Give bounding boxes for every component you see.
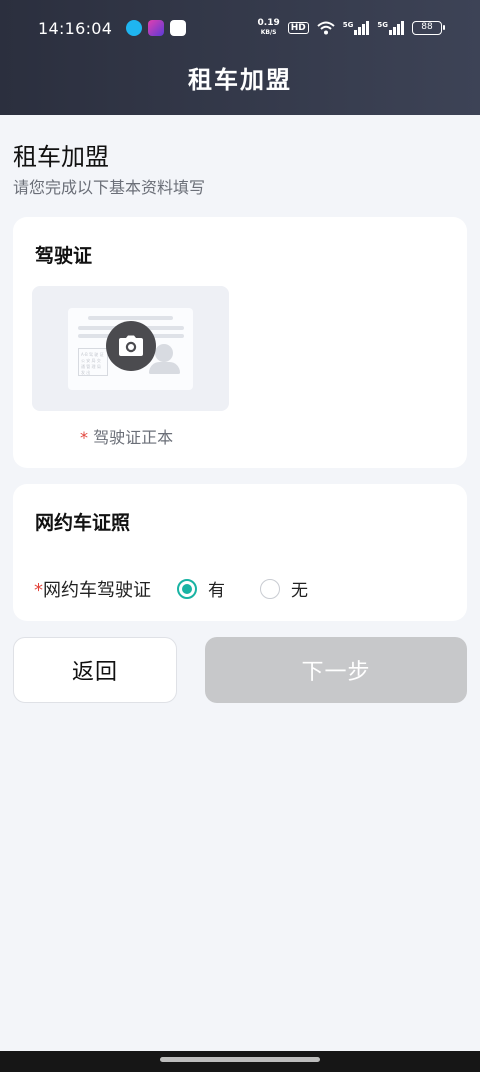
driver-license-upload[interactable]: A·B 驾 驶 证 公 安 局 交 通 管 理 局 发 出 xyxy=(32,286,229,411)
next-step-button[interactable]: 下一步 xyxy=(205,637,467,703)
field-label-text: 网约车驾驶证 xyxy=(43,580,151,601)
net-speed-value: 0.19 xyxy=(257,18,280,28)
radio-option-no[interactable]: 无 xyxy=(260,576,308,601)
net-speed-unit: KB/S xyxy=(260,29,277,36)
radio-no-label: 无 xyxy=(291,581,308,601)
driver-license-card: 驾驶证 A·B 驾 驶 证 公 安 局 交 通 管 理 局 发 出 * 驾驶证正… xyxy=(13,217,467,468)
ride-hailing-card: 网约车证照 *网约车驾驶证 有 无 xyxy=(13,484,467,621)
video-app-icon xyxy=(148,20,165,36)
net-speed: 0.19 KB/S xyxy=(258,19,280,37)
home-indicator[interactable] xyxy=(160,1057,320,1062)
wechat-mini-icon xyxy=(170,20,187,36)
form-subheading: 请您完成以下基本资料填写 xyxy=(13,178,206,197)
radio-checked-icon xyxy=(177,578,197,599)
status-right: 0.19 KB/S HD 5G 5G 88 xyxy=(258,19,445,37)
battery-icon: 88 xyxy=(412,21,445,35)
signal-icon xyxy=(354,21,370,35)
radio-option-yes[interactable]: 有 xyxy=(177,576,225,601)
wifi-icon xyxy=(317,21,335,35)
required-mark: * xyxy=(80,428,88,447)
sim2-label: 5G xyxy=(377,21,388,29)
license-stamp: A·B 驾 驶 证 公 安 局 交 通 管 理 局 发 出 xyxy=(78,348,108,376)
avatar-body xyxy=(149,362,180,374)
status-time: 14:16:04 xyxy=(38,18,113,38)
sim1-signal: 5G xyxy=(343,21,370,35)
upload-caption: * 驾驶证正本 xyxy=(80,424,173,448)
radio-unchecked-icon xyxy=(260,578,280,599)
sim2-signal: 5G xyxy=(377,21,404,35)
hd-badge: HD xyxy=(287,22,309,34)
upload-caption-text: 驾驶证正本 xyxy=(93,428,174,447)
driver-license-title: 驾驶证 xyxy=(35,245,93,267)
notification-icons xyxy=(126,20,187,36)
system-nav-bar xyxy=(0,1051,480,1072)
camera-icon[interactable] xyxy=(106,321,156,371)
status-bar: 14:16:04 0.19 KB/S HD 5G 5G 88 xyxy=(0,0,480,56)
ride-hailing-title: 网约车证照 xyxy=(35,512,131,534)
avatar-head xyxy=(155,344,173,362)
qq-icon xyxy=(126,20,143,36)
required-mark: * xyxy=(34,580,43,601)
form-heading: 租车加盟 xyxy=(13,143,109,171)
signal-icon xyxy=(389,21,404,35)
sim1-label: 5G xyxy=(342,21,354,29)
app-header: 14:16:04 0.19 KB/S HD 5G 5G 88 租车加盟 xyxy=(0,0,480,115)
ride-hailing-license-label: *网约车驾驶证 xyxy=(34,576,151,602)
back-button[interactable]: 返回 xyxy=(13,637,177,703)
radio-yes-label: 有 xyxy=(208,581,225,601)
page-title: 租车加盟 xyxy=(188,66,292,94)
